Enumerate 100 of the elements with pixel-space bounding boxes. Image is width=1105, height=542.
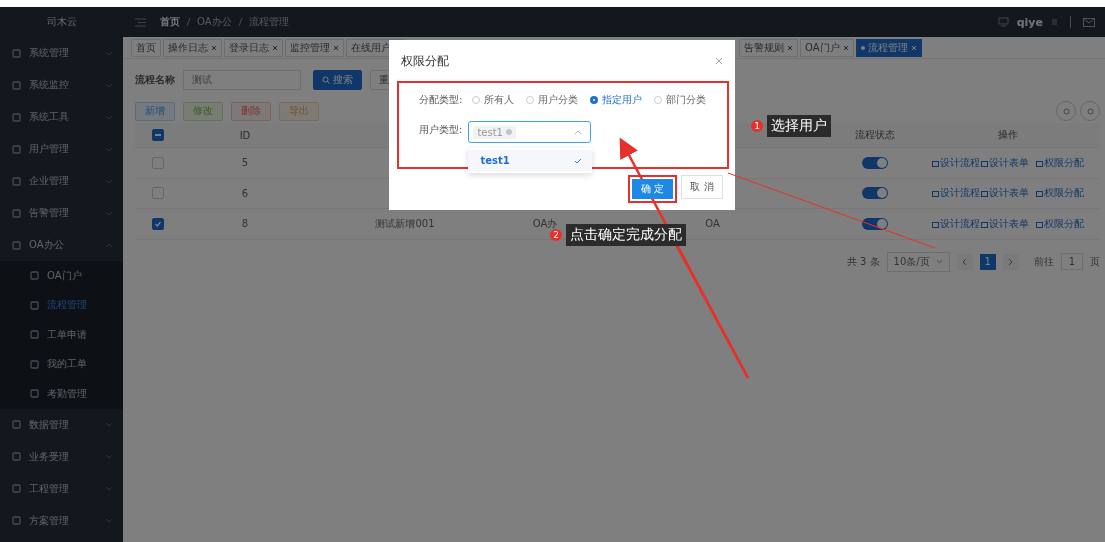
user-name[interactable]: qiye <box>1016 15 1043 29</box>
page-tab[interactable]: OA门户 <box>800 38 854 57</box>
square-icon <box>980 158 988 167</box>
square-icon <box>1035 158 1043 167</box>
callout-label: 选择用户 <box>767 115 831 137</box>
square-icon <box>12 240 21 250</box>
sidebar-item[interactable]: 用户管理 <box>0 133 123 165</box>
square-icon <box>1035 219 1043 228</box>
search-button[interactable]: 搜索 <box>313 70 362 90</box>
page-tab[interactable]: 首页 <box>131 38 161 57</box>
square-icon <box>12 516 21 525</box>
page-size-select[interactable]: 10条/页 <box>886 251 950 272</box>
square-icon <box>931 158 939 167</box>
close-icon[interactable] <box>333 44 339 51</box>
chevron-icon <box>105 114 113 120</box>
toolbar-button[interactable]: 导出 <box>279 101 319 121</box>
sidebar-item[interactable]: OA办公 <box>0 229 123 261</box>
chevron-icon <box>105 146 113 152</box>
breadcrumb-item[interactable]: OA办公 <box>197 15 232 29</box>
page-tab[interactable]: 登录日志 <box>224 38 283 57</box>
square-icon <box>12 176 21 186</box>
checkbox[interactable] <box>151 129 164 141</box>
action-link[interactable]: 设计表单 <box>980 216 1029 231</box>
close-icon[interactable] <box>211 44 217 51</box>
menu-icon[interactable] <box>135 17 146 27</box>
cancel-button[interactable]: 取 消 <box>681 175 723 199</box>
sidebar-subitem[interactable]: 流程管理 <box>0 290 123 320</box>
page-tab[interactable]: 操作日志 <box>163 38 222 57</box>
sidebar-item[interactable]: 系统管理 <box>0 37 123 69</box>
sidebar-item[interactable]: 企业管理 <box>0 165 123 197</box>
page-tab[interactable]: 监控管理 <box>285 38 344 57</box>
radio-option[interactable]: 用户分类 <box>526 93 579 107</box>
slash-icon <box>237 17 243 27</box>
monitor-icon[interactable] <box>997 17 1009 27</box>
action-link[interactable]: 权限分配 <box>1035 216 1084 231</box>
square-icon <box>30 359 39 369</box>
close-icon[interactable] <box>272 44 278 51</box>
close-icon[interactable] <box>842 44 849 51</box>
sidebar-subitem[interactable]: OA门户 <box>0 261 123 291</box>
slash-icon <box>186 17 191 27</box>
sidebar-item[interactable]: 告警管理 <box>0 197 123 229</box>
sidebar-item[interactable]: 业务受理 <box>0 440 123 473</box>
square-icon <box>12 144 21 154</box>
action-link[interactable]: 设计流程 <box>931 216 980 231</box>
square-icon <box>12 452 21 461</box>
field-label: 用户类型: <box>419 123 463 137</box>
page-number[interactable]: 1 <box>979 253 996 270</box>
square-icon <box>980 219 988 228</box>
radio-option[interactable]: 所有人 <box>472 93 515 107</box>
field-label: 分配类型: <box>419 93 463 107</box>
toggle-switch[interactable] <box>862 187 888 200</box>
chevron-icon <box>105 486 113 491</box>
dropdown-option[interactable]: test1 <box>468 150 593 171</box>
sidebar-item[interactable]: 系统监控 <box>0 69 123 101</box>
square-icon <box>12 208 21 218</box>
table-cell: OA办 <box>532 216 558 231</box>
chevron-icon <box>105 422 113 427</box>
callout-label: 点击确定完成分配 <box>566 224 686 246</box>
close-icon[interactable] <box>787 44 793 51</box>
action-link[interactable]: 设计表单 <box>980 186 1029 201</box>
logo-text: 司木云 <box>45 15 78 29</box>
square-icon <box>12 48 21 58</box>
toolbar-button[interactable]: 新增 <box>135 101 175 121</box>
table-cell: 6 <box>241 187 249 199</box>
action-link[interactable]: 设计表单 <box>980 155 1029 170</box>
checkbox[interactable] <box>151 217 164 230</box>
mail-icon[interactable] <box>1083 17 1095 27</box>
toolbar-button[interactable]: 删除 <box>231 101 271 121</box>
sidebar-subitem[interactable]: 考勤管理 <box>0 379 123 409</box>
check-icon <box>153 219 162 228</box>
toolbar-button[interactable]: 修改 <box>183 101 223 121</box>
sidebar-subitem[interactable]: 我的工单 <box>0 349 123 379</box>
square-icon <box>931 189 939 198</box>
action-link[interactable]: 设计流程 <box>931 155 980 170</box>
confirm-button[interactable]: 确 定 <box>632 179 673 199</box>
action-link[interactable]: 设计流程 <box>931 186 980 201</box>
radio-option[interactable]: 指定用户 <box>590 93 643 107</box>
square-icon <box>30 271 39 281</box>
table-cell: OA <box>705 218 720 230</box>
page-tab[interactable]: 流程管理 <box>855 38 922 57</box>
chevron-left-icon <box>962 257 968 266</box>
toggle-switch[interactable] <box>862 217 888 230</box>
page-tab[interactable]: 告警规则 <box>739 38 798 57</box>
check-icon <box>574 157 583 164</box>
toggle-switch[interactable] <box>862 156 888 169</box>
column-header: ID <box>239 129 251 141</box>
user-select[interactable]: test1 <box>468 121 592 143</box>
radio-option[interactable]: 部门分类 <box>654 93 707 107</box>
action-link[interactable]: 权限分配 <box>1035 155 1084 170</box>
sidebar-item[interactable]: 工程管理 <box>0 472 123 505</box>
close-icon[interactable] <box>715 57 723 65</box>
sidebar-subitem[interactable]: 工单申请 <box>0 320 123 350</box>
breadcrumb-item[interactable]: 首页 <box>160 15 180 29</box>
chevron-icon <box>105 178 113 184</box>
goto-label: 前往 <box>1033 254 1054 269</box>
action-link[interactable]: 权限分配 <box>1035 186 1084 201</box>
circle-icon <box>1062 107 1070 115</box>
circle-icon <box>1086 107 1094 115</box>
square-icon <box>30 389 39 399</box>
goto-field[interactable]: 1 <box>1060 253 1083 270</box>
